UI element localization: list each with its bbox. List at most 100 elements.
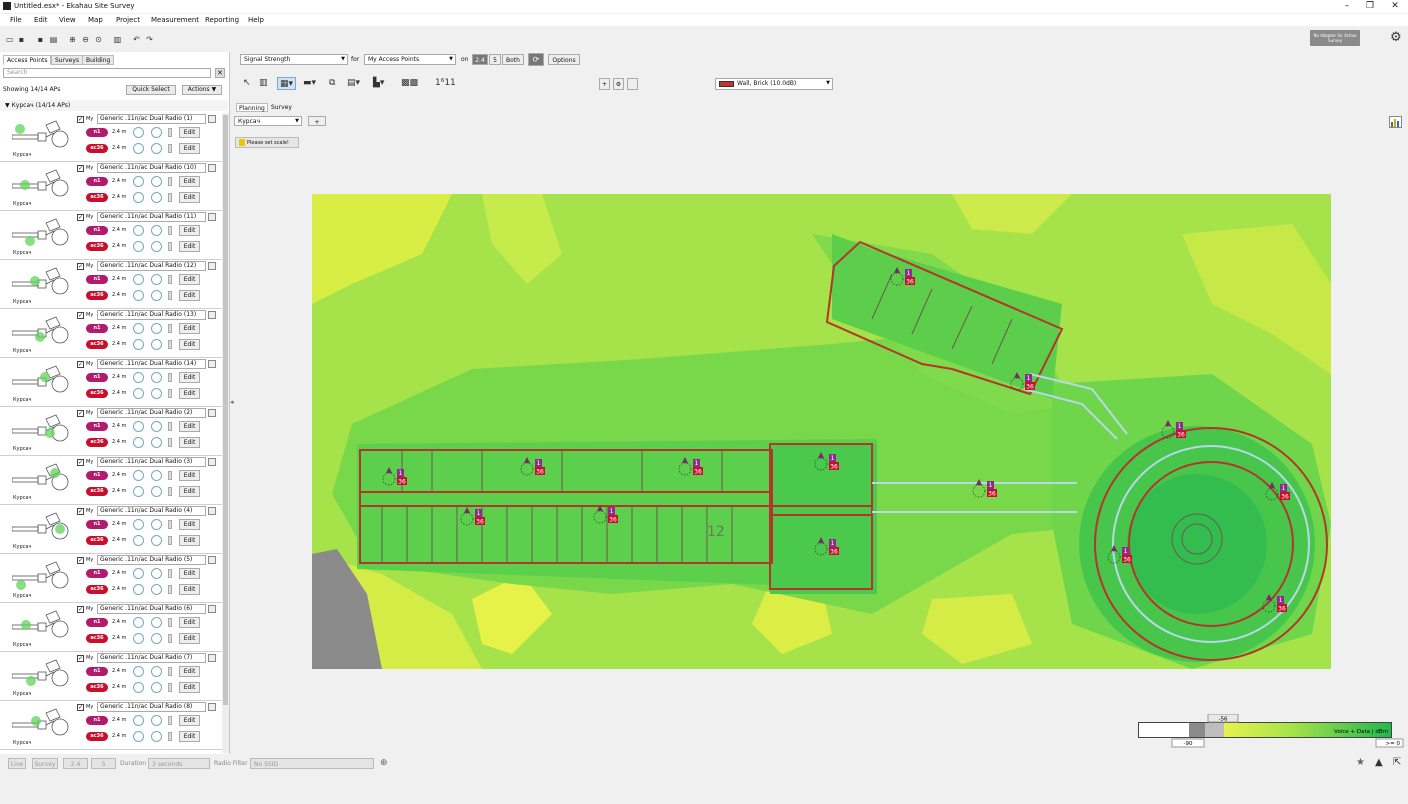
coverage-icon[interactable] xyxy=(151,143,162,154)
radio-n-badge[interactable]: n1 xyxy=(86,128,108,137)
refresh-icon[interactable]: ⟳ xyxy=(528,53,544,66)
visualization-select[interactable]: Signal Strength ▼ xyxy=(240,54,348,65)
tab-building[interactable]: Building xyxy=(82,55,115,65)
radio-ac-badge[interactable]: ac36 xyxy=(86,487,108,496)
radio-ac-badge[interactable]: ac36 xyxy=(86,242,108,251)
set-scale-notice[interactable]: Please set scale! xyxy=(235,137,299,148)
edit-radio-button[interactable]: Edit xyxy=(179,192,200,203)
ap-copy-icon[interactable] xyxy=(208,507,216,515)
coverage-icon[interactable] xyxy=(151,192,162,203)
live-button[interactable]: Live xyxy=(8,758,26,769)
duration-select[interactable]: 3 seconds xyxy=(148,758,210,769)
radio-n-badge[interactable]: n1 xyxy=(86,520,108,529)
ap-list-item[interactable]: Курсач ✓ My Generic .11n/ac Dual Radio (11)… xyxy=(0,211,222,260)
ap-copy-icon[interactable] xyxy=(208,703,216,711)
menu-view[interactable]: View xyxy=(59,16,76,24)
coverage-icon[interactable] xyxy=(151,666,162,677)
collapse-panel-icon[interactable]: ◂ xyxy=(230,398,236,408)
edit-radio-button[interactable]: Edit xyxy=(179,225,200,236)
tab-access-points[interactable]: Access Points xyxy=(3,55,52,65)
add-wall-type-icon[interactable]: + xyxy=(599,78,610,90)
print-icon[interactable]: ▤ xyxy=(49,35,58,44)
status-band-5[interactable]: 5 xyxy=(91,758,116,769)
edit-radio-button[interactable]: Edit xyxy=(179,290,200,301)
antenna-pattern-icon[interactable] xyxy=(133,176,144,187)
ap-visible-checkbox[interactable]: ✓ xyxy=(77,361,84,368)
up-arrow-icon[interactable]: ▲ xyxy=(1375,757,1383,768)
floor-select[interactable]: Курсач ▼ xyxy=(234,116,302,126)
edit-radio-button[interactable]: Edit xyxy=(179,176,200,187)
ap-name-field[interactable]: Generic .11n/ac Dual Radio (5) xyxy=(97,555,206,565)
open-icon[interactable]: ▭ xyxy=(5,35,14,44)
ap-list-item[interactable]: Курсач ✓ My Generic .11n/ac Dual Radio (4) n… xyxy=(0,505,222,554)
quick-select-button[interactable]: Quick Select xyxy=(126,85,176,95)
radio-ac-badge[interactable]: ac36 xyxy=(86,634,108,643)
edit-radio-button[interactable]: Edit xyxy=(179,339,200,350)
antenna-pattern-icon[interactable] xyxy=(133,372,144,383)
ap-name-field[interactable]: Generic .11n/ac Dual Radio (13) xyxy=(97,310,206,320)
ap-list-item[interactable]: Курсач ✓ My Generic .11n/ac Dual Radio (2) n… xyxy=(0,407,222,456)
popout-icon[interactable]: ⇱ xyxy=(1393,757,1401,768)
ap-list-item[interactable]: Курсач ✓ My Generic .11n/ac Dual Radio (12)… xyxy=(0,260,222,309)
wall-detection-icon[interactable]: ▩▩ xyxy=(401,77,418,90)
ap-copy-icon[interactable] xyxy=(208,164,216,172)
edit-radio-button[interactable]: Edit xyxy=(179,568,200,579)
radio-ac-badge[interactable]: ac36 xyxy=(86,291,108,300)
radio-ac-badge[interactable]: ac36 xyxy=(86,340,108,349)
gear-icon[interactable]: ⚙ xyxy=(1390,31,1404,45)
ap-visible-checkbox[interactable]: ✓ xyxy=(77,165,84,172)
chart-icon[interactable] xyxy=(1389,116,1402,128)
coverage-icon[interactable] xyxy=(151,682,162,693)
radio-n-badge[interactable]: n1 xyxy=(86,618,108,627)
antenna-pattern-icon[interactable] xyxy=(133,617,144,628)
coverage-icon[interactable] xyxy=(151,339,162,350)
menu-edit[interactable]: Edit xyxy=(34,16,48,24)
edit-radio-button[interactable]: Edit xyxy=(179,486,200,497)
coverage-icon[interactable] xyxy=(151,715,162,726)
radio-ac-badge[interactable]: ac36 xyxy=(86,193,108,202)
floor-group-row[interactable]: ▼ Курсач (14/14 APs) xyxy=(0,100,228,111)
coverage-icon[interactable] xyxy=(151,486,162,497)
coverage-icon[interactable] xyxy=(151,568,162,579)
coverage-icon[interactable] xyxy=(151,372,162,383)
coverage-icon[interactable] xyxy=(151,519,162,530)
edit-radio-button[interactable]: Edit xyxy=(179,633,200,644)
zoom-fit-icon[interactable]: ⊙ xyxy=(94,35,103,44)
coverage-icon[interactable] xyxy=(151,437,162,448)
save-as-icon[interactable]: ▪ xyxy=(36,35,45,44)
ap-name-field[interactable]: Generic .11n/ac Dual Radio (6) xyxy=(97,604,206,614)
ap-copy-icon[interactable] xyxy=(208,262,216,270)
antenna-pattern-icon[interactable] xyxy=(133,584,144,595)
radio-ac-badge[interactable]: ac36 xyxy=(86,732,108,741)
edit-radio-button[interactable]: Edit xyxy=(179,323,200,334)
antenna-pattern-icon[interactable] xyxy=(133,323,144,334)
radio-n-badge[interactable]: n1 xyxy=(86,177,108,186)
radio-ac-badge[interactable]: ac36 xyxy=(86,389,108,398)
antenna-pattern-icon[interactable] xyxy=(133,486,144,497)
signal-strength-heatmap[interactable]: 12 1361361361361361361361361361361361361… xyxy=(312,194,1331,669)
edit-radio-button[interactable]: Edit xyxy=(179,682,200,693)
edit-radio-button[interactable]: Edit xyxy=(179,535,200,546)
status-band-24[interactable]: 2.4 xyxy=(63,758,88,769)
antenna-pattern-icon[interactable] xyxy=(133,290,144,301)
radio-n-badge[interactable]: n1 xyxy=(86,275,108,284)
ap-visible-checkbox[interactable]: ✓ xyxy=(77,214,84,221)
band-24-toggle[interactable]: 2.4 xyxy=(472,54,488,65)
clear-search-icon[interactable]: ✕ xyxy=(215,68,225,78)
radio-n-badge[interactable]: n1 xyxy=(86,716,108,725)
ap-visible-checkbox[interactable]: ✓ xyxy=(77,459,84,466)
menu-file[interactable]: File xyxy=(10,16,22,24)
ap-name-field[interactable]: Generic .11n/ac Dual Radio (1) xyxy=(97,114,206,124)
antenna-pattern-icon[interactable] xyxy=(133,519,144,530)
channel-plan-icon[interactable]: 1⁶11 xyxy=(435,77,456,90)
ssid-filter-select[interactable]: No SSID xyxy=(250,758,374,769)
coverage-icon[interactable] xyxy=(151,323,162,334)
edit-radio-button[interactable]: Edit xyxy=(179,388,200,399)
coverage-icon[interactable] xyxy=(151,731,162,742)
copy-walls-icon[interactable]: ⧉ xyxy=(329,77,335,90)
wall-extra-icon[interactable] xyxy=(627,78,638,90)
ap-copy-icon[interactable] xyxy=(208,213,216,221)
ap-list-item[interactable]: Курсач ✓ My Generic .11n/ac Dual Radio (13)… xyxy=(0,309,222,358)
ap-visible-checkbox[interactable]: ✓ xyxy=(77,116,84,123)
antenna-pattern-icon[interactable] xyxy=(133,666,144,677)
